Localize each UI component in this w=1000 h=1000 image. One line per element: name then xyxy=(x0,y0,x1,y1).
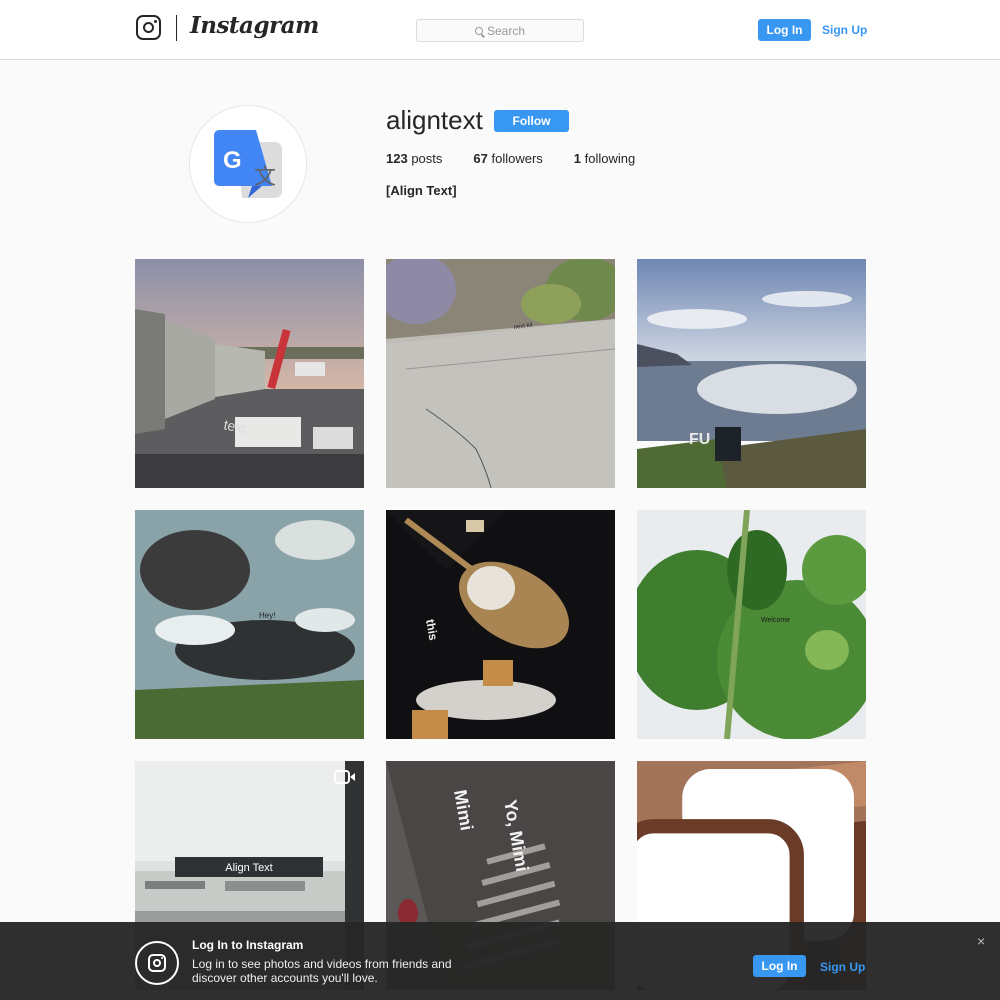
post-thumbnail[interactable]: Hey! xyxy=(135,510,364,739)
post-image-ocean-cliff: FU xyxy=(637,259,866,488)
instagram-camera-icon[interactable] xyxy=(136,15,161,40)
login-prompt-text: Log in to see photos and videos from fri… xyxy=(192,957,452,985)
header-signup-link[interactable]: Sign Up xyxy=(822,23,867,37)
post-thumbnail[interactable]: Welcome xyxy=(637,510,866,739)
post-overlay-text: Welcome xyxy=(761,617,790,624)
follow-button[interactable]: Follow xyxy=(494,110,569,132)
post-thumbnail[interactable]: FU xyxy=(637,259,866,488)
post-image-spoon-cereal: this xyxy=(386,510,615,739)
profile-stats: 123 posts 67 followers 1 following xyxy=(386,151,666,166)
profile-username: aligntext xyxy=(386,105,483,135)
search-icon xyxy=(474,26,483,35)
header-login-button[interactable]: Log In xyxy=(758,19,811,41)
post-thumbnail[interactable]: text xyxy=(135,259,364,488)
post-thumbnail[interactable]: this xyxy=(386,510,615,739)
google-translate-logo-icon: G 文 xyxy=(190,106,306,222)
search-input[interactable]: Search xyxy=(416,19,584,42)
login-prompt-bar: Log In to Instagram Log in to see photos… xyxy=(0,922,1000,1000)
post-image-sidewalk: next kit xyxy=(386,259,615,488)
profile-avatar: G 文 xyxy=(189,105,307,223)
svg-text:G: G xyxy=(223,147,242,174)
post-thumbnail[interactable]: next kit xyxy=(386,259,615,488)
top-navigation-bar: Instagram Search Log In Sign Up xyxy=(0,0,1000,60)
login-prompt-title: Log In to Instagram xyxy=(192,938,304,952)
profile-full-name: [Align Text] xyxy=(386,183,457,198)
post-image-rocky-surf: Hey! xyxy=(135,510,364,739)
instagram-wordmark-logo[interactable]: Instagram xyxy=(190,12,319,39)
posts-count: 123 posts xyxy=(386,151,443,166)
post-overlay-text: Hey! xyxy=(259,611,275,620)
search-placeholder: Search xyxy=(486,23,526,38)
login-bar-login-button[interactable]: Log In xyxy=(753,955,806,977)
instagram-icon xyxy=(135,941,179,985)
svg-text:文: 文 xyxy=(254,165,276,190)
following-count[interactable]: 1 following xyxy=(574,151,635,166)
logo-divider xyxy=(176,15,177,41)
followers-count[interactable]: 67 followers xyxy=(473,151,542,166)
post-overlay-text: FU xyxy=(689,431,710,448)
post-image-airport-gate: text xyxy=(135,259,364,488)
post-image-parsley: Welcome xyxy=(637,510,866,739)
video-icon xyxy=(334,770,355,784)
login-bar-signup-link[interactable]: Sign Up xyxy=(820,960,865,974)
post-overlay-text: Align Text xyxy=(225,862,273,874)
close-icon[interactable]: × xyxy=(977,933,985,949)
